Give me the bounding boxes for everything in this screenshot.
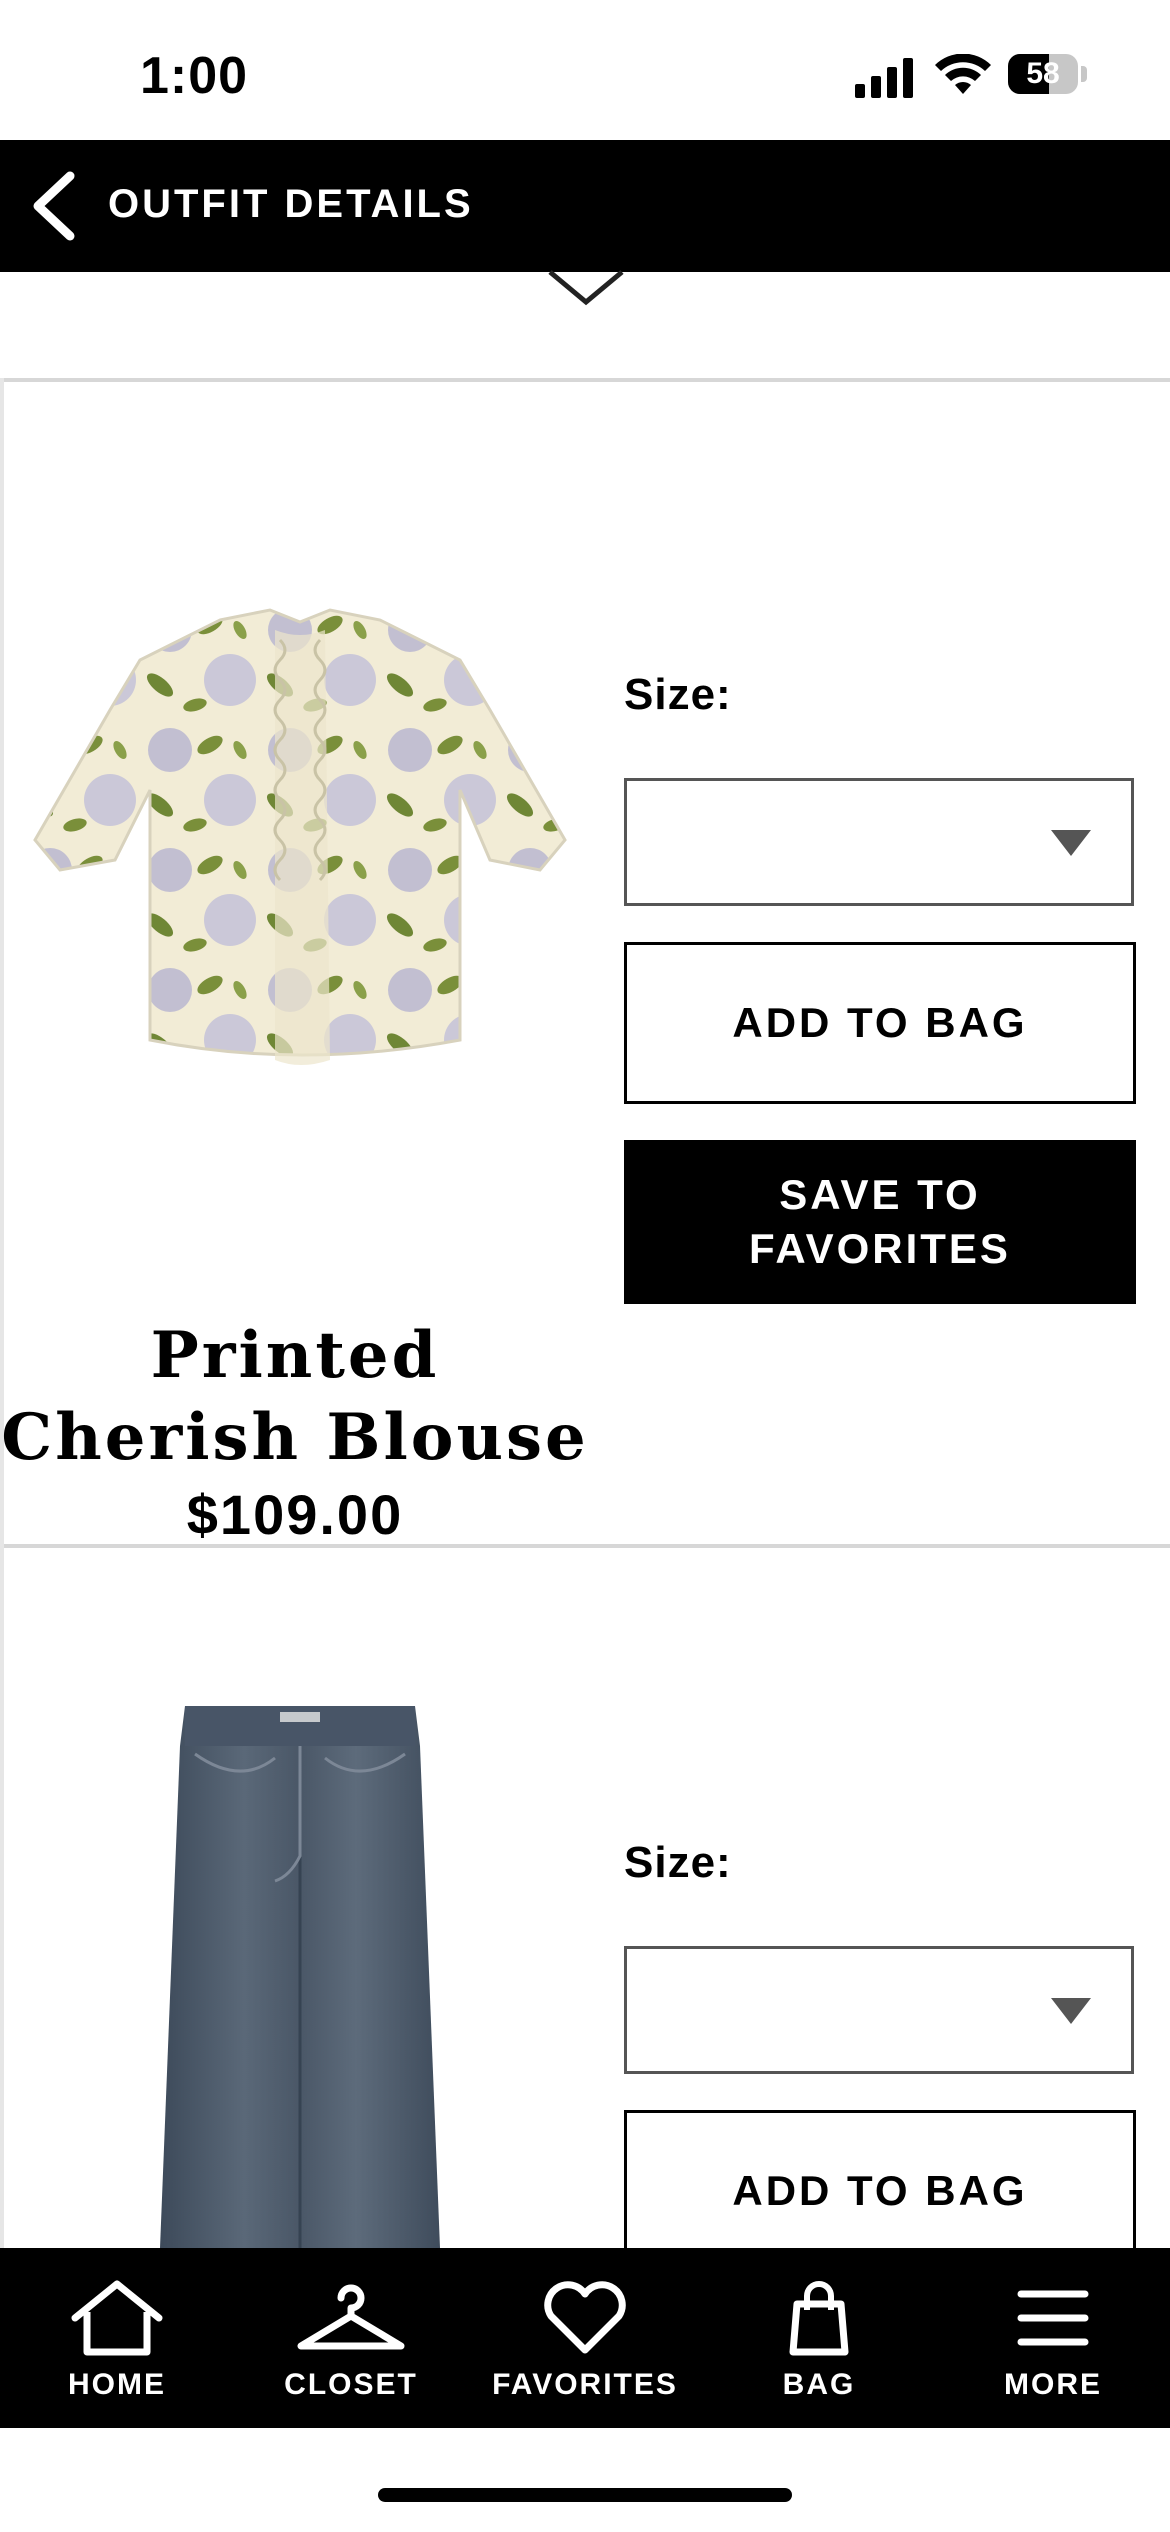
blouse-product-image[interactable] [20,600,580,1100]
status-bar: 1:00 58 [0,0,1170,140]
size-select[interactable] [624,778,1134,906]
status-time: 1:00 [140,47,249,105]
tab-label: FAVORITES [492,2368,678,2401]
heart-icon [544,2281,626,2354]
product-price: $109.00 [186,1483,404,1546]
tab-label: HOME [68,2368,166,2401]
cellular-signal-icon [855,58,913,98]
header-pointer-icon [548,270,624,306]
size-label: Size: [624,1838,732,1887]
tab-more[interactable]: MORE [936,2248,1170,2428]
menu-icon [1017,2290,1089,2346]
home-indicator[interactable] [378,2488,792,2502]
home-icon [71,2280,163,2356]
product-name[interactable]: Printed Cherish Blouse [0,1315,590,1479]
tab-label: BAG [782,2368,856,2401]
save-to-favorites-button[interactable]: SAVE TO FAVORITES [624,1140,1136,1304]
app-header: OUTFIT DETAILS [0,140,1170,272]
add-to-bag-button[interactable]: ADD TO BAG [624,942,1136,1104]
tab-bag[interactable]: BAG [702,2248,936,2428]
tab-home[interactable]: HOME [0,2248,234,2428]
size-label: Size: [624,670,732,719]
back-chevron-icon[interactable] [24,170,84,242]
tab-label: CLOSET [284,2368,418,2401]
wifi-icon [935,54,991,94]
dropdown-caret-icon [1051,830,1091,856]
bottom-tab-bar: HOME CLOSET FAVORITES BAG MORE [0,2248,1170,2428]
tab-label: MORE [1004,2368,1102,2401]
divider [4,378,1170,382]
battery-icon: 58 [1008,54,1088,98]
divider [4,1544,1170,1548]
dropdown-caret-icon [1051,1998,1091,2024]
size-select[interactable] [624,1946,1134,2074]
tab-closet[interactable]: CLOSET [234,2248,468,2428]
battery-percentage: 58 [1026,57,1060,90]
jeans-product-image[interactable] [20,1706,580,2248]
bag-icon [789,2281,849,2356]
page-title: OUTFIT DETAILS [108,182,474,226]
list-left-border [0,378,4,2248]
hanger-icon [297,2284,405,2350]
tab-favorites[interactable]: FAVORITES [468,2248,702,2428]
